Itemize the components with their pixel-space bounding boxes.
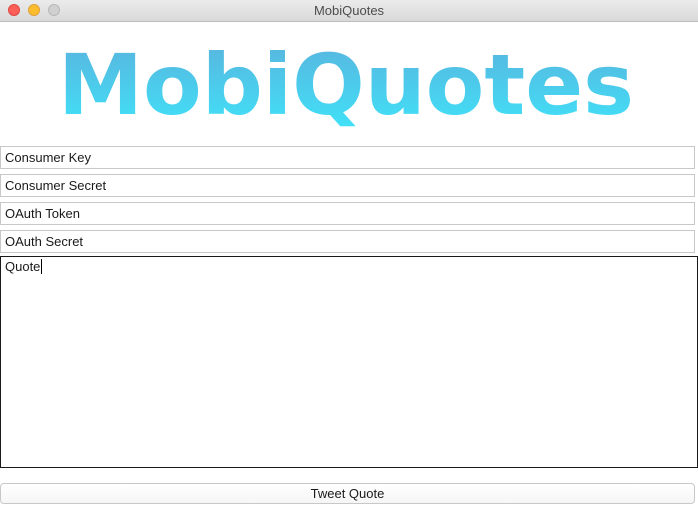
window-titlebar[interactable]: MobiQuotes <box>0 0 698 22</box>
tweet-quote-button[interactable]: Tweet Quote <box>0 483 695 504</box>
logo-wordmark: MobiQuotes <box>58 36 634 134</box>
consumer-secret-field[interactable]: Consumer Secret <box>0 174 695 197</box>
quote-textarea[interactable]: Quote <box>0 256 698 468</box>
logo-text: MobiQuotes <box>58 36 634 134</box>
oauth-token-field[interactable]: OAuth Token <box>0 202 695 225</box>
app-logo: MobiQuotes <box>0 22 698 144</box>
oauth-secret-field[interactable]: OAuth Secret <box>0 230 695 253</box>
window-title: MobiQuotes <box>313 3 385 18</box>
consumer-key-field[interactable]: Consumer Key <box>0 146 695 169</box>
quote-text: Quote <box>5 259 41 274</box>
text-caret <box>41 259 43 274</box>
